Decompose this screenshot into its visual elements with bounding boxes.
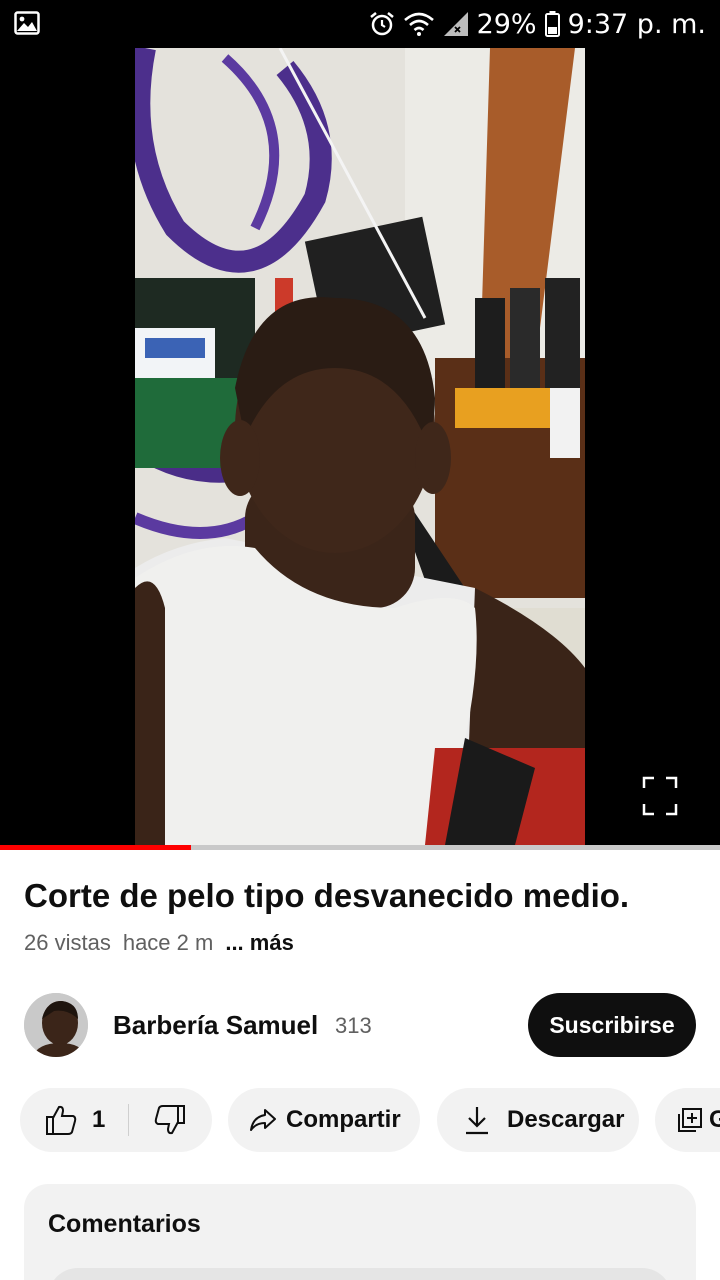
video-title: Corte de pelo tipo desvanecido medio. [24, 877, 630, 914]
channel-row[interactable]: Barbería Samuel 313 Suscribirse [24, 993, 696, 1057]
like-button[interactable]: 1 [20, 1088, 128, 1152]
more-link[interactable]: ... más [225, 930, 293, 956]
wifi-icon [403, 12, 434, 36]
comments-title: Comentarios [48, 1210, 201, 1238]
download-button[interactable]: Descargar [437, 1088, 639, 1152]
like-count: 1 [92, 1106, 106, 1133]
share-label: Compartir [286, 1106, 401, 1133]
save-label: G [709, 1106, 720, 1133]
channel-name[interactable]: Barbería Samuel [113, 1010, 318, 1041]
alarm-icon [369, 12, 394, 36]
subscriber-count: 313 [335, 1013, 372, 1038]
dislike-icon [154, 1105, 185, 1135]
video-frame [135, 48, 585, 845]
download-label: Descargar [507, 1106, 625, 1133]
video-thumbnail-image [135, 48, 585, 845]
signal-icon [443, 12, 468, 36]
save-icon [678, 1108, 702, 1132]
save-button[interactable]: G [655, 1088, 720, 1152]
share-icon [250, 1109, 276, 1131]
like-dislike-pill: 1 [20, 1088, 212, 1152]
dislike-button[interactable] [129, 1088, 212, 1152]
battery-percent: 29% [476, 8, 537, 40]
video-meta[interactable]: 26 vistas hace 2 m ... más [24, 930, 294, 956]
view-count: 26 vistas [24, 930, 111, 955]
progress-bar[interactable] [0, 845, 720, 850]
avatar[interactable] [24, 993, 88, 1057]
video-player[interactable] [0, 48, 720, 845]
comment-input[interactable] [48, 1268, 672, 1280]
progress-fill [0, 845, 191, 850]
download-icon [466, 1107, 488, 1135]
gallery-icon [14, 11, 40, 35]
fullscreen-icon[interactable] [642, 776, 678, 816]
like-icon [46, 1105, 77, 1135]
upload-age: hace 2 m [122, 930, 214, 955]
subscribe-button[interactable]: Suscribirse [528, 993, 696, 1057]
share-button[interactable]: Compartir [228, 1088, 420, 1152]
status-bar: 29% 9:37 p. m. [0, 0, 720, 48]
battery-icon [544, 11, 560, 37]
clock: 9:37 p. m. [567, 8, 706, 40]
comments-panel[interactable]: Comentarios [24, 1184, 696, 1280]
